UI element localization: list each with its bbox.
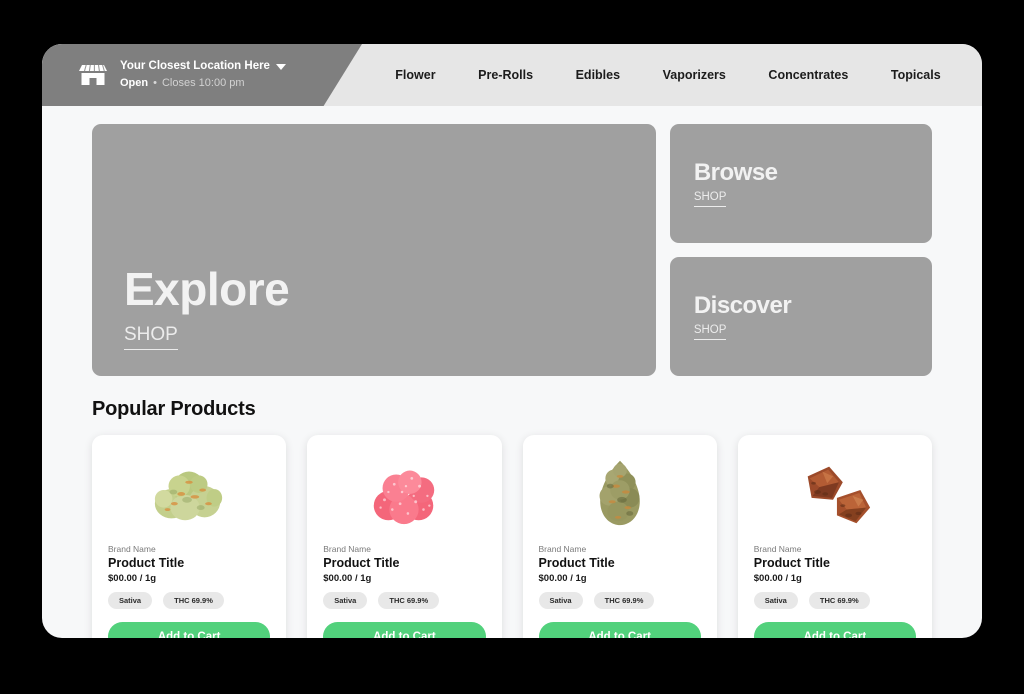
closing-time: Closes 10:00 pm bbox=[161, 76, 245, 89]
product-brand: Brand Name bbox=[753, 544, 802, 554]
thc-tag: THC 69.9% bbox=[593, 592, 655, 609]
add-to-cart-button[interactable]: Add to Cart bbox=[108, 622, 271, 638]
hero-explore-title: Explore bbox=[124, 263, 290, 316]
hero-panel-discover[interactable]: Discover SHOP bbox=[669, 257, 932, 376]
product-card[interactable]: Brand Name Product Title $00.00 / 1g Sat… bbox=[307, 435, 502, 638]
page-title: Popular Products bbox=[92, 398, 256, 420]
strain-tag: Sativa bbox=[538, 592, 583, 609]
product-card[interactable]: Brand Name Product Title $00.00 / 1g Sat… bbox=[737, 435, 932, 638]
cannabis-bud-olive-image bbox=[539, 449, 701, 535]
product-price: $00.00 / 1g bbox=[323, 573, 372, 584]
pink-gummies-image bbox=[323, 449, 485, 535]
open-status: Open bbox=[120, 76, 149, 89]
hero-browse-shop-link[interactable]: SHOP bbox=[693, 191, 727, 208]
nav-item-edibles[interactable]: Edibles bbox=[576, 68, 620, 82]
page-content: Explore SHOP Browse SHOP Discover SHOP P… bbox=[42, 106, 982, 638]
product-price: $00.00 / 1g bbox=[753, 573, 802, 584]
product-tags: Sativa THC 69.9% bbox=[323, 592, 485, 609]
product-price: $00.00 / 1g bbox=[538, 573, 587, 584]
product-tags: Sativa THC 69.9% bbox=[108, 592, 270, 609]
hero-panel-browse[interactable]: Browse SHOP bbox=[669, 124, 932, 243]
strain-tag: Sativa bbox=[323, 592, 368, 609]
product-tags: Sativa THC 69.9% bbox=[753, 592, 916, 609]
product-price: $00.00 / 1g bbox=[108, 573, 157, 584]
location-hours-row: Open • Closes 10:00 pm bbox=[120, 77, 286, 91]
nav-item-vaporizers[interactable]: Vaporizers bbox=[663, 68, 726, 82]
hero-panel-explore[interactable]: Explore SHOP bbox=[92, 124, 656, 376]
product-grid: Brand Name Product Title $00.00 / 1g Sat… bbox=[92, 435, 932, 638]
product-title: Product Title bbox=[323, 556, 400, 570]
nav-item-topicals[interactable]: Topicals bbox=[891, 68, 941, 82]
product-tags: Sativa THC 69.9% bbox=[538, 592, 701, 609]
cannabis-buds-light-green-image bbox=[108, 449, 270, 535]
thc-tag: THC 69.9% bbox=[808, 592, 870, 609]
storefront-icon bbox=[78, 60, 108, 90]
nav-item-concentrates[interactable]: Concentrates bbox=[768, 68, 848, 82]
add-to-cart-button[interactable]: Add to Cart bbox=[538, 622, 701, 638]
location-selector[interactable]: Your Closest Location Here Open • Closes… bbox=[42, 44, 362, 106]
product-brand: Brand Name bbox=[538, 544, 587, 554]
strain-tag: Sativa bbox=[108, 592, 153, 609]
add-to-cart-button[interactable]: Add to Cart bbox=[323, 622, 486, 638]
browser-window: Your Closest Location Here Open • Closes… bbox=[42, 44, 982, 638]
chevron-down-icon[interactable] bbox=[275, 63, 286, 70]
product-brand: Brand Name bbox=[108, 544, 156, 554]
nav-item-pre-rolls[interactable]: Pre-Rolls bbox=[478, 68, 533, 82]
strain-tag: Sativa bbox=[753, 592, 798, 609]
product-title: Product Title bbox=[753, 556, 830, 570]
hero-browse-title: Browse bbox=[693, 158, 778, 186]
thc-tag: THC 69.9% bbox=[378, 592, 440, 609]
add-to-cart-button[interactable]: Add to Cart bbox=[753, 622, 916, 638]
hero-discover-title: Discover bbox=[693, 291, 792, 319]
product-title: Product Title bbox=[108, 556, 185, 570]
product-card[interactable]: Brand Name Product Title $00.00 / 1g Sat… bbox=[92, 435, 287, 638]
hero-banner-grid: Explore SHOP Browse SHOP Discover SHOP bbox=[92, 124, 932, 376]
location-name: Your Closest Location Here bbox=[120, 60, 270, 73]
location-name-row: Your Closest Location Here bbox=[120, 59, 286, 73]
location-text: Your Closest Location Here Open • Closes… bbox=[120, 59, 286, 90]
thc-tag: THC 69.9% bbox=[163, 592, 224, 609]
product-title: Product Title bbox=[538, 556, 615, 570]
nav-item-flower[interactable]: Flower bbox=[395, 68, 435, 82]
site-header: Your Closest Location Here Open • Closes… bbox=[42, 44, 982, 106]
hero-discover-shop-link[interactable]: SHOP bbox=[693, 324, 727, 341]
product-brand: Brand Name bbox=[323, 544, 371, 554]
separator-dot: • bbox=[153, 76, 157, 89]
main-navigation: Flower Pre-Rolls Edibles Vaporizers Conc… bbox=[364, 44, 982, 106]
hero-explore-shop-link[interactable]: SHOP bbox=[124, 324, 178, 350]
hash-concentrate-chunks-image bbox=[754, 449, 916, 535]
product-card[interactable]: Brand Name Product Title $00.00 / 1g Sat… bbox=[522, 435, 717, 638]
